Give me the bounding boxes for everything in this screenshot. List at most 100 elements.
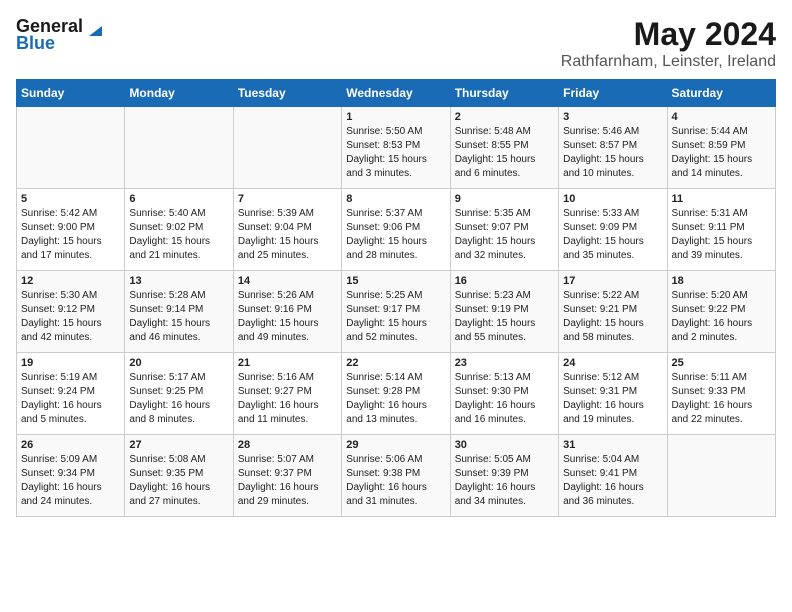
header-day-friday: Friday	[559, 80, 667, 107]
day-number: 22	[346, 357, 445, 369]
day-info: Sunrise: 5:22 AM Sunset: 9:21 PM Dayligh…	[563, 289, 662, 345]
header-day-saturday: Saturday	[667, 80, 775, 107]
calendar-cell: 19Sunrise: 5:19 AM Sunset: 9:24 PM Dayli…	[17, 353, 125, 435]
calendar-cell: 16 Sunrise: 5:23 AM Sunset: 9:19 PM Dayli…	[450, 271, 558, 353]
day-number: 28	[238, 439, 337, 451]
logo-icon	[84, 18, 102, 36]
calendar-table: SundayMondayTuesdayWednesdayThursdayFrid…	[16, 79, 776, 517]
day-info: Sunrise: 5:09 AM Sunset: 9:34 PM Dayligh…	[21, 453, 120, 509]
title-area: May 2024 Rathfarnham, Leinster, Ireland	[561, 16, 776, 71]
header-day-wednesday: Wednesday	[342, 80, 450, 107]
day-info: Sunrise: 5:20 AM Sunset: 9:22 PM Dayligh…	[672, 289, 771, 345]
logo: General Blue	[16, 16, 102, 54]
calendar-cell: 24Sunrise: 5:12 AM Sunset: 9:31 PM Dayli…	[559, 353, 667, 435]
day-info: Sunrise: 5:12 AM Sunset: 9:31 PM Dayligh…	[563, 371, 662, 427]
calendar-cell: 13 Sunrise: 5:28 AM Sunset: 9:14 PM Dayli…	[125, 271, 233, 353]
day-info: Sunrise: 5:26 AM Sunset: 9:16 PM Dayligh…	[238, 289, 337, 345]
calendar-cell: 26Sunrise: 5:09 AM Sunset: 9:34 PM Dayli…	[17, 435, 125, 517]
logo-blue: Blue	[16, 33, 55, 54]
day-number: 9	[455, 193, 554, 205]
calendar-body: 1Sunrise: 5:50 AM Sunset: 8:53 PM Daylig…	[17, 107, 776, 517]
subtitle: Rathfarnham, Leinster, Ireland	[561, 53, 776, 71]
calendar-cell: 23 Sunrise: 5:13 AM Sunset: 9:30 PM Dayli…	[450, 353, 558, 435]
calendar-cell: 27Sunrise: 5:08 AM Sunset: 9:35 PM Dayli…	[125, 435, 233, 517]
calendar-cell: 4Sunrise: 5:44 AM Sunset: 8:59 PM Daylig…	[667, 107, 775, 189]
day-info: Sunrise: 5:30 AM Sunset: 9:12 PM Dayligh…	[21, 289, 120, 345]
day-info: Sunrise: 5:06 AM Sunset: 9:38 PM Dayligh…	[346, 453, 445, 509]
calendar-week-4: 19Sunrise: 5:19 AM Sunset: 9:24 PM Dayli…	[17, 353, 776, 435]
day-number: 29	[346, 439, 445, 451]
day-info: Sunrise: 5:50 AM Sunset: 8:53 PM Dayligh…	[346, 125, 445, 181]
day-info: Sunrise: 5:04 AM Sunset: 9:41 PM Dayligh…	[563, 453, 662, 509]
day-info: Sunrise: 5:28 AM Sunset: 9:14 PM Dayligh…	[129, 289, 228, 345]
day-info: Sunrise: 5:23 AM Sunset: 9:19 PM Dayligh…	[455, 289, 554, 345]
day-number: 23	[455, 357, 554, 369]
day-info: Sunrise: 5:25 AM Sunset: 9:17 PM Dayligh…	[346, 289, 445, 345]
day-info: Sunrise: 5:37 AM Sunset: 9:06 PM Dayligh…	[346, 207, 445, 263]
calendar-cell: 3 Sunrise: 5:46 AM Sunset: 8:57 PM Daylig…	[559, 107, 667, 189]
day-info: Sunrise: 5:48 AM Sunset: 8:55 PM Dayligh…	[455, 125, 554, 181]
calendar-cell	[667, 435, 775, 517]
day-info: Sunrise: 5:11 AM Sunset: 9:33 PM Dayligh…	[672, 371, 771, 427]
day-info: Sunrise: 5:42 AM Sunset: 9:00 PM Dayligh…	[21, 207, 120, 263]
day-info: Sunrise: 5:33 AM Sunset: 9:09 PM Dayligh…	[563, 207, 662, 263]
header-day-thursday: Thursday	[450, 80, 558, 107]
day-number: 8	[346, 193, 445, 205]
calendar-cell	[233, 107, 341, 189]
calendar-week-2: 5 Sunrise: 5:42 AM Sunset: 9:00 PM Daylig…	[17, 189, 776, 271]
calendar-cell: 9 Sunrise: 5:35 AM Sunset: 9:07 PM Daylig…	[450, 189, 558, 271]
calendar-cell: 18 Sunrise: 5:20 AM Sunset: 9:22 PM Dayli…	[667, 271, 775, 353]
calendar-cell: 10 Sunrise: 5:33 AM Sunset: 9:09 PM Dayli…	[559, 189, 667, 271]
day-info: Sunrise: 5:13 AM Sunset: 9:30 PM Dayligh…	[455, 371, 554, 427]
calendar-cell: 17 Sunrise: 5:22 AM Sunset: 9:21 PM Dayli…	[559, 271, 667, 353]
day-number: 20	[129, 357, 228, 369]
header-day-tuesday: Tuesday	[233, 80, 341, 107]
day-number: 4	[672, 111, 771, 123]
day-number: 18	[672, 275, 771, 287]
day-number: 27	[129, 439, 228, 451]
calendar-cell: 29 Sunrise: 5:06 AM Sunset: 9:38 PM Dayli…	[342, 435, 450, 517]
day-info: Sunrise: 5:46 AM Sunset: 8:57 PM Dayligh…	[563, 125, 662, 181]
day-info: Sunrise: 5:17 AM Sunset: 9:25 PM Dayligh…	[129, 371, 228, 427]
calendar-cell: 1Sunrise: 5:50 AM Sunset: 8:53 PM Daylig…	[342, 107, 450, 189]
calendar-cell: 8 Sunrise: 5:37 AM Sunset: 9:06 PM Daylig…	[342, 189, 450, 271]
header-day-monday: Monday	[125, 80, 233, 107]
day-info: Sunrise: 5:07 AM Sunset: 9:37 PM Dayligh…	[238, 453, 337, 509]
day-number: 5	[21, 193, 120, 205]
calendar-week-1: 1Sunrise: 5:50 AM Sunset: 8:53 PM Daylig…	[17, 107, 776, 189]
calendar-cell	[125, 107, 233, 189]
calendar-cell: 11 Sunrise: 5:31 AM Sunset: 9:11 PM Dayli…	[667, 189, 775, 271]
calendar-cell: 25 Sunrise: 5:11 AM Sunset: 9:33 PM Dayli…	[667, 353, 775, 435]
day-number: 11	[672, 193, 771, 205]
day-info: Sunrise: 5:31 AM Sunset: 9:11 PM Dayligh…	[672, 207, 771, 263]
day-number: 3	[563, 111, 662, 123]
calendar-cell: 28 Sunrise: 5:07 AM Sunset: 9:37 PM Dayli…	[233, 435, 341, 517]
day-number: 7	[238, 193, 337, 205]
day-number: 16	[455, 275, 554, 287]
calendar-cell: 22 Sunrise: 5:14 AM Sunset: 9:28 PM Dayli…	[342, 353, 450, 435]
calendar-cell	[17, 107, 125, 189]
calendar-week-3: 12Sunrise: 5:30 AM Sunset: 9:12 PM Dayli…	[17, 271, 776, 353]
calendar-cell: 7Sunrise: 5:39 AM Sunset: 9:04 PM Daylig…	[233, 189, 341, 271]
day-info: Sunrise: 5:40 AM Sunset: 9:02 PM Dayligh…	[129, 207, 228, 263]
day-number: 13	[129, 275, 228, 287]
day-info: Sunrise: 5:05 AM Sunset: 9:39 PM Dayligh…	[455, 453, 554, 509]
calendar-cell: 5 Sunrise: 5:42 AM Sunset: 9:00 PM Daylig…	[17, 189, 125, 271]
header: General Blue May 2024 Rathfarnham, Leins…	[16, 16, 776, 71]
calendar-cell: 15 Sunrise: 5:25 AM Sunset: 9:17 PM Dayli…	[342, 271, 450, 353]
calendar-cell: 30Sunrise: 5:05 AM Sunset: 9:39 PM Dayli…	[450, 435, 558, 517]
day-info: Sunrise: 5:35 AM Sunset: 9:07 PM Dayligh…	[455, 207, 554, 263]
day-number: 2	[455, 111, 554, 123]
day-number: 21	[238, 357, 337, 369]
day-number: 31	[563, 439, 662, 451]
day-number: 6	[129, 193, 228, 205]
calendar-cell: 20 Sunrise: 5:17 AM Sunset: 9:25 PM Dayli…	[125, 353, 233, 435]
day-number: 25	[672, 357, 771, 369]
calendar-cell: 12Sunrise: 5:30 AM Sunset: 9:12 PM Dayli…	[17, 271, 125, 353]
calendar-cell: 31 Sunrise: 5:04 AM Sunset: 9:41 PM Dayli…	[559, 435, 667, 517]
day-info: Sunrise: 5:19 AM Sunset: 9:24 PM Dayligh…	[21, 371, 120, 427]
day-number: 15	[346, 275, 445, 287]
day-number: 17	[563, 275, 662, 287]
day-info: Sunrise: 5:14 AM Sunset: 9:28 PM Dayligh…	[346, 371, 445, 427]
day-number: 10	[563, 193, 662, 205]
